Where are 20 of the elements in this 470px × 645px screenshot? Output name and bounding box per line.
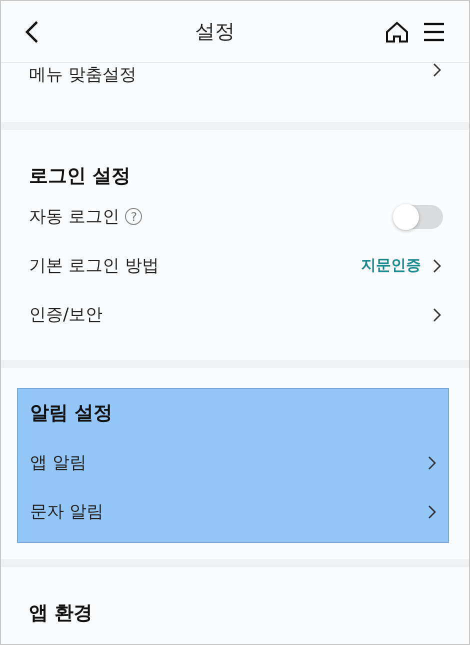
menu-item[interactable]: 메뉴 맞춤설정 — [29, 63, 136, 86]
chevron-icon — [433, 258, 441, 272]
page-title: 설정 — [194, 18, 236, 45]
menu-icon[interactable] — [423, 22, 445, 42]
toggle-switch[interactable] — [395, 204, 443, 228]
menu-item[interactable]: 인증/보안 — [29, 303, 103, 326]
menu-item[interactable]: 문자 알림 — [30, 500, 104, 523]
home-icon[interactable] — [385, 20, 409, 42]
chevron-icon — [428, 456, 436, 470]
setting-label: 자동 로그인 — [29, 206, 120, 228]
section-title: 로그인 설정 — [28, 164, 132, 189]
help-icon[interactable]: ? — [125, 208, 142, 225]
section-title: 앱 환경 — [28, 601, 94, 626]
chevron-icon — [433, 308, 441, 322]
chevron-icon — [428, 504, 436, 518]
section-title: 알림 설정 — [29, 401, 114, 426]
setting-value: 지문인증 — [361, 256, 421, 275]
chevron-icon — [433, 63, 441, 77]
menu-item[interactable]: 기본 로그인 방법 — [29, 254, 159, 277]
menu-item[interactable]: 앱 알림 — [30, 451, 86, 474]
